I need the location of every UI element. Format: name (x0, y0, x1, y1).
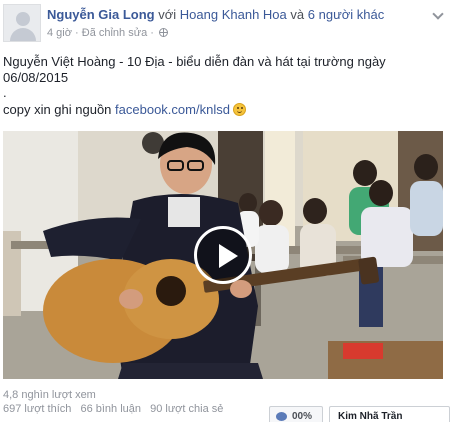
credit-link[interactable]: facebook.com/knlsd (115, 102, 230, 117)
post-meta: 4 giờ · Đã chỉnh sửa · (47, 27, 168, 39)
views-row: 4,8 nghìn lượt xem (3, 388, 229, 402)
play-icon (219, 244, 238, 268)
author-name[interactable]: Nguyễn Gia Long (47, 7, 155, 22)
video-player[interactable] (3, 131, 443, 379)
and-word: và (290, 7, 305, 22)
post-credit: copy xin ghi nguồn facebook.com/knlsd (3, 102, 443, 118)
name-chip[interactable]: Kim Nhã Trần (329, 406, 450, 422)
engagement-row: 697 lượt thích 66 bình luận 90 lượt chia… (3, 402, 229, 416)
post-line-2: 06/08/2015 (3, 70, 69, 85)
post-text: Nguyễn Việt Hoàng - 10 Địa - biểu diễn đ… (3, 54, 443, 118)
play-button[interactable] (194, 226, 252, 284)
like-count[interactable]: 697 lượt thích (3, 403, 71, 415)
post-stats: 4,8 nghìn lượt xem 697 lượt thích 66 bìn… (3, 388, 229, 416)
name-chip-text: Kim Nhã Trần (338, 411, 403, 422)
avatar[interactable] (3, 4, 41, 42)
post-time[interactable]: 4 giờ (47, 27, 72, 39)
avatar-body (10, 28, 36, 41)
meta-separator-2: · (150, 27, 154, 39)
post-header: Nguyễn Gia Long với Hoang Khanh Hoa và 6… (0, 0, 450, 48)
view-count: 4,8 nghìn lượt xem (3, 389, 96, 401)
comment-count[interactable]: 66 bình luận (80, 403, 141, 415)
post-line-3: . (3, 85, 7, 100)
chevron-down-icon[interactable] (432, 8, 444, 20)
author-line: Nguyễn Gia Long với Hoang Khanh Hoa và 6… (47, 7, 384, 22)
tagged-person[interactable]: Hoang Khanh Hoa (180, 7, 287, 22)
share-count[interactable]: 90 lượt chia sẻ (150, 403, 223, 415)
meta-separator: · (75, 27, 79, 39)
with-word: với (158, 7, 177, 22)
globe-icon[interactable] (159, 28, 168, 37)
eye-icon (276, 412, 287, 421)
smile-icon (232, 103, 246, 116)
credit-prefix: copy xin ghi nguồn (3, 102, 112, 117)
post-line-1: Nguyễn Việt Hoàng - 10 Địa - biểu diễn đ… (3, 54, 386, 69)
seen-badge-text: 00% (292, 411, 313, 422)
edited-label[interactable]: Đã chỉnh sửa (82, 27, 147, 39)
others-link[interactable]: 6 người khác (308, 7, 385, 22)
avatar-head (16, 12, 30, 26)
seen-badge[interactable]: 00% (269, 406, 323, 422)
